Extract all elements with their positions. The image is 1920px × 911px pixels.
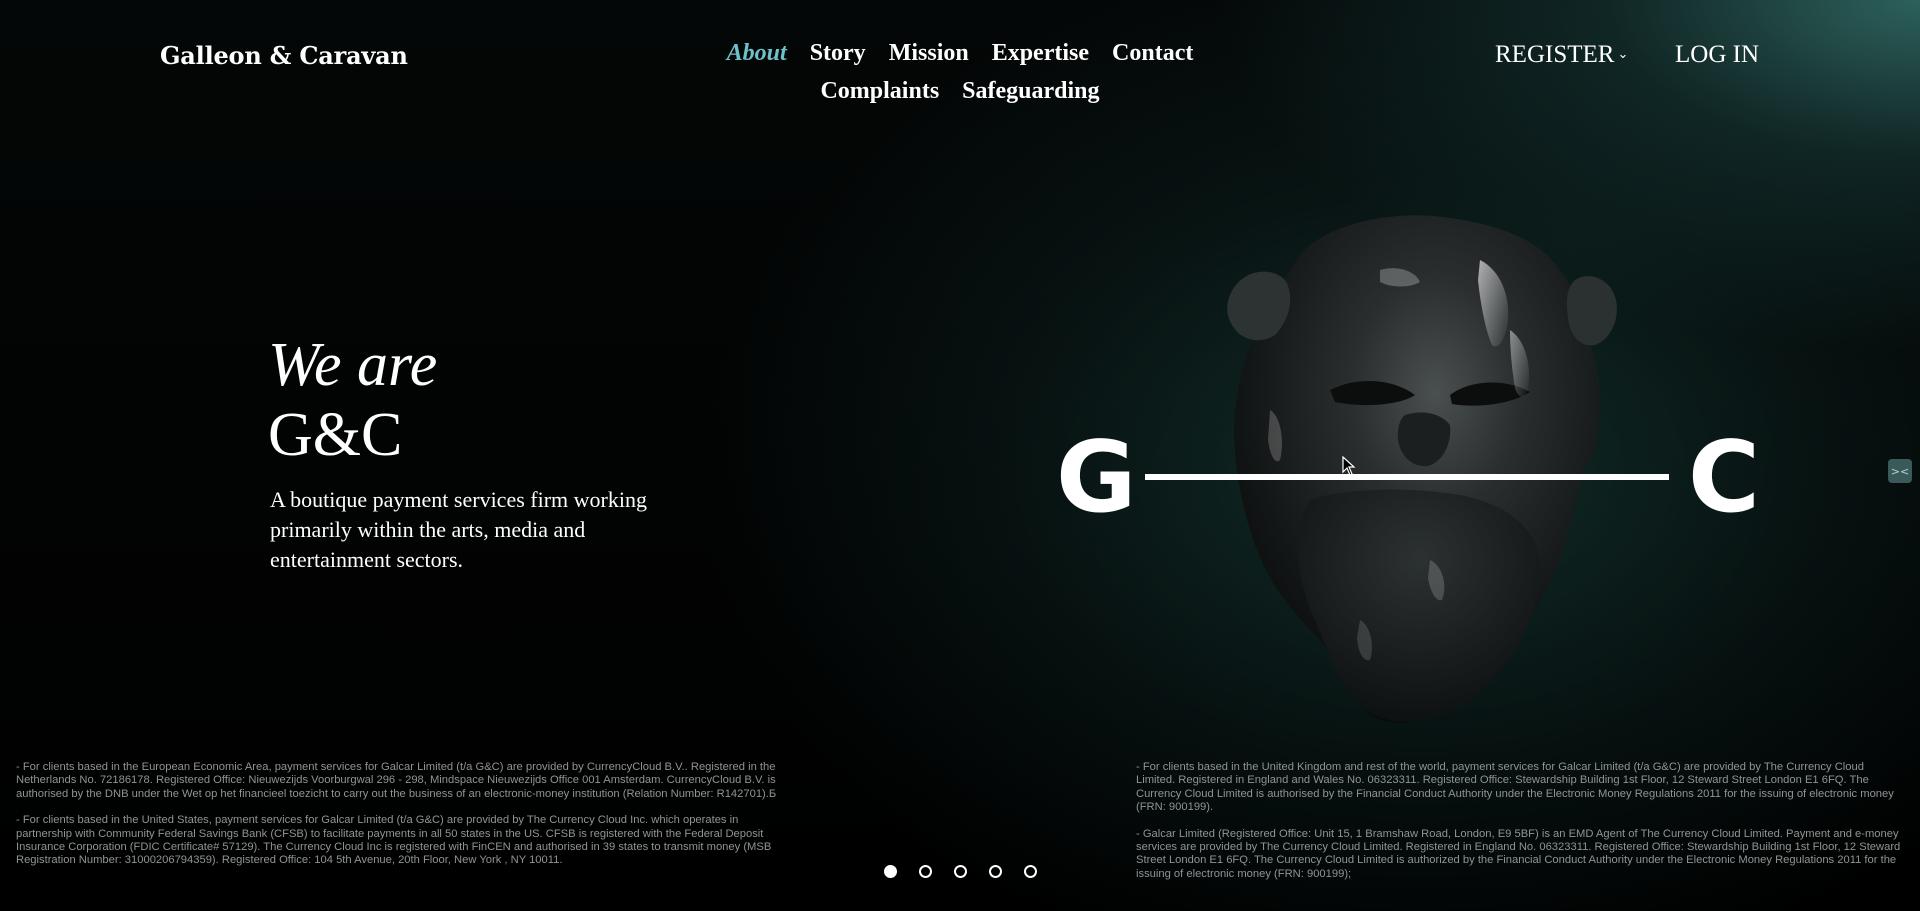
disclaimer-emd-agent: - Galcar Limited (Registered Office: Uni… — [1136, 827, 1901, 880]
graphic-divider-line — [1145, 474, 1669, 480]
hero-subtitle: A boutique payment services firm working… — [270, 487, 647, 572]
pager-dot-4[interactable] — [989, 865, 1002, 878]
disclaimer-us: - For clients based in the United States… — [16, 814, 772, 867]
pager-dot-5[interactable] — [1024, 865, 1037, 878]
register-button[interactable]: REGISTER ⌄ — [1495, 41, 1628, 69]
disclaimer-eea: - For clients based in the European Econ… — [16, 761, 777, 800]
nav-item-complaints[interactable]: Complaints — [820, 76, 939, 106]
brand-logo[interactable]: Galleon & Caravan — [160, 41, 408, 70]
nav-item-safeguarding[interactable]: Safeguarding — [962, 76, 1099, 106]
lion-head-sculpture-icon — [1227, 215, 1617, 724]
hero-title: We are G&C — [268, 330, 437, 470]
side-widget-icon[interactable]: >< — [1888, 459, 1912, 483]
register-label: REGISTER — [1495, 41, 1615, 68]
pager-dot-3[interactable] — [954, 865, 967, 878]
nav-item-expertise[interactable]: Expertise — [992, 38, 1089, 68]
nav-item-contact[interactable]: Contact — [1112, 38, 1193, 68]
nav-item-story[interactable]: Story — [810, 38, 866, 68]
disclaimer-left: - For clients based in the European Econ… — [16, 761, 786, 881]
hero-title-line1: We are — [268, 331, 438, 399]
disclaimer-right: - For clients based in the United Kingdo… — [1136, 761, 1904, 894]
mouse-cursor-icon — [1342, 456, 1356, 476]
main-nav: About Story Mission Expertise Contact Co… — [690, 38, 1230, 106]
nav-item-mission[interactable]: Mission — [889, 38, 969, 68]
hero-title-line2: G&C — [268, 401, 403, 469]
nav-item-about[interactable]: About — [727, 38, 787, 68]
chevron-down-icon: ⌄ — [1617, 46, 1629, 62]
disclaimer-uk: - For clients based in the United Kingdo… — [1136, 761, 1894, 814]
graphic-letter-c: C — [1688, 421, 1760, 535]
pager-dot-1[interactable] — [884, 865, 897, 878]
graphic-letter-g: G — [1056, 421, 1137, 535]
pager-dot-2[interactable] — [919, 865, 932, 878]
login-button[interactable]: LOG IN — [1675, 41, 1759, 69]
slide-pager — [884, 865, 1037, 878]
